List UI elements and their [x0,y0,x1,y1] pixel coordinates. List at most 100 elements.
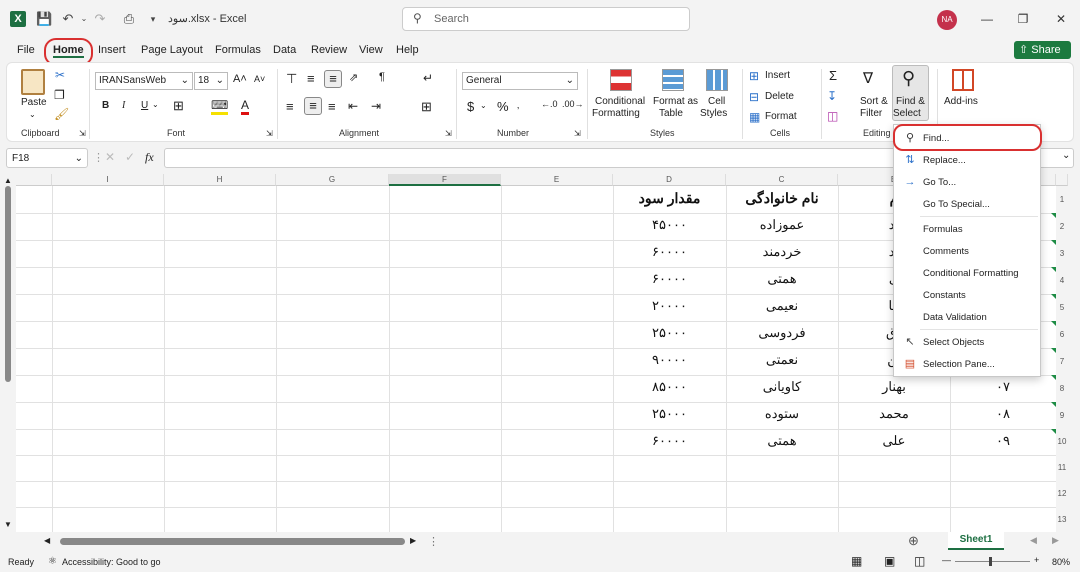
zoom-out-icon[interactable]: — [942,555,951,565]
row-header[interactable]: 11 [1056,455,1068,481]
fill-icon[interactable]: ↧ [827,89,837,103]
sheet-nav-left-icon[interactable]: ◀ [1030,535,1037,546]
table-cell[interactable]: ۲۵۰۰۰ [613,325,726,341]
horizontal-scrollbar[interactable] [60,538,405,545]
rtl-icon[interactable]: ¶ [379,71,385,83]
number-format-select[interactable]: General ⌄ [462,72,578,90]
avatar[interactable]: NA [937,10,957,30]
row-header[interactable]: 3 [1056,240,1068,267]
scroll-thumb[interactable] [5,186,11,382]
column-header-e[interactable]: E [501,174,613,186]
error-indicator-icon[interactable] [1051,375,1056,380]
row-header[interactable]: 4 [1056,267,1068,294]
font-name-select[interactable]: IRANSansWeb ⌄ [95,72,193,90]
bold-button[interactable]: B [102,100,109,111]
row-header[interactable]: 5 [1056,294,1068,321]
column-header-g[interactable]: G [276,174,389,186]
table-cell[interactable]: بهنار [838,379,950,395]
orientation-icon[interactable]: ⇗ [349,71,358,84]
font-color-icon[interactable]: A [241,98,250,115]
sheet-tab[interactable]: Sheet1 [948,532,1004,550]
table-cell[interactable]: ۰۷ [950,379,1056,395]
conditional-formatting-label-1[interactable]: Conditional [595,96,645,107]
wrap-text-icon[interactable]: ↵ [423,71,433,85]
menu-item-conditional-formatting[interactable]: Conditional Formatting [894,262,1040,284]
align-bottom-icon[interactable]: ≡ [324,70,342,88]
copy-icon[interactable]: ❐ [54,88,65,102]
name-box[interactable]: F18 ⌄ [6,148,88,168]
table-cell[interactable]: همتی [726,271,838,287]
sort-filter-label-1[interactable]: Sort & [860,96,888,107]
page-layout-view-icon[interactable]: ▣ [884,554,895,568]
column-header-c[interactable]: C [726,174,838,186]
comma-style-icon[interactable]: ‚ [517,100,519,111]
enter-icon[interactable]: ✓ [125,150,135,164]
column-header-i[interactable]: I [52,174,164,186]
table-header-last-name[interactable]: نام خانوادگی [726,190,838,207]
table-cell[interactable]: نعمتی [726,352,838,368]
table-cell[interactable]: ۴۵۰۰۰ [613,217,726,233]
row-header[interactable]: 9 [1056,402,1068,429]
menu-item-replace[interactable]: ⇅ Replace... [894,149,1040,171]
percent-button[interactable]: % [497,99,509,114]
sort-filter-icon[interactable]: ∇ [863,69,873,87]
cell-styles-label-2[interactable]: Styles [700,108,727,119]
zoom-slider-thumb[interactable] [989,557,992,566]
row-header[interactable]: 2 [1056,213,1068,240]
format-as-table-label-2[interactable]: Table [659,108,683,119]
cell-styles-label-1[interactable]: Cell [708,96,725,107]
font-size-select[interactable]: 18 ⌄ [194,72,228,90]
add-ins-icon[interactable] [952,69,974,91]
row-header[interactable]: 1 [1056,186,1068,213]
undo-icon[interactable]: ↶ [60,11,76,27]
tab-data[interactable]: Data [273,44,296,56]
format-as-table-icon[interactable] [662,69,684,91]
add-ins-button[interactable]: Add-ins [944,96,978,107]
table-cell[interactable]: ۹۰۰۰۰ [613,352,726,368]
tab-formulas[interactable]: Formulas [215,44,261,56]
more-options-icon[interactable]: ⋮ [428,535,439,548]
column-header-h[interactable]: H [164,174,276,186]
sheet-nav-right-icon[interactable]: ▶ [1052,535,1059,546]
normal-view-icon[interactable]: ▦ [851,554,862,568]
align-right-icon[interactable]: ≡ [328,99,336,114]
table-cell[interactable]: ۲۵۰۰۰ [613,406,726,422]
menu-item-formulas[interactable]: Formulas [894,218,1040,240]
error-indicator-icon[interactable] [1051,348,1056,353]
error-indicator-icon[interactable] [1051,267,1056,272]
tab-view[interactable]: View [359,44,383,56]
underline-button[interactable]: U [141,100,148,111]
tab-insert[interactable]: Insert [98,44,126,56]
vertical-scrollbar[interactable]: ▲ ▼ [0,174,16,532]
table-cell[interactable]: نعیمی [726,298,838,314]
italic-button[interactable]: I [122,100,125,111]
row-header[interactable]: 10 [1056,429,1068,455]
zoom-level[interactable]: 80% [1052,557,1070,567]
save-icon[interactable]: 💾 [36,11,52,27]
error-indicator-icon[interactable] [1051,240,1056,245]
print-icon[interactable]: ⎙ [121,11,137,27]
table-cell[interactable]: ۸۵۰۰۰ [613,379,726,395]
format-painter-icon[interactable]: 🖌 [54,107,69,121]
share-button[interactable]: ⇧ Share ⌄ [1014,41,1071,74]
table-cell[interactable]: ۶۰۰۰۰ [613,433,726,449]
merge-center-icon[interactable]: ⊞ [421,99,432,115]
accessibility-icon[interactable]: ⚛ [48,556,57,567]
currency-button[interactable]: $ [467,99,474,114]
decrease-font-icon[interactable]: A˅ [254,74,265,84]
error-indicator-icon[interactable] [1051,213,1056,218]
search-input[interactable]: ⚲ Search [402,7,690,31]
number-launcher-icon[interactable]: ⇲ [574,129,581,138]
menu-item-select-objects[interactable]: ↖ Select Objects [894,331,1040,353]
menu-item-data-validation[interactable]: Data Validation [894,306,1040,328]
paste-dropdown-icon[interactable]: ⌄ [29,110,36,119]
insert-function-icon[interactable]: fx [145,150,154,165]
insert-cells-button[interactable]: Insert [765,70,790,81]
column-header-f[interactable]: F [389,174,501,186]
table-cell[interactable]: فردوسی [726,325,838,341]
align-middle-icon[interactable]: ≡ [307,71,315,86]
fill-color-icon[interactable]: ⌨ [211,98,229,115]
close-icon[interactable]: ✕ [1052,10,1070,28]
row-header[interactable]: 8 [1056,375,1068,402]
cancel-icon[interactable]: ✕ [105,150,115,164]
